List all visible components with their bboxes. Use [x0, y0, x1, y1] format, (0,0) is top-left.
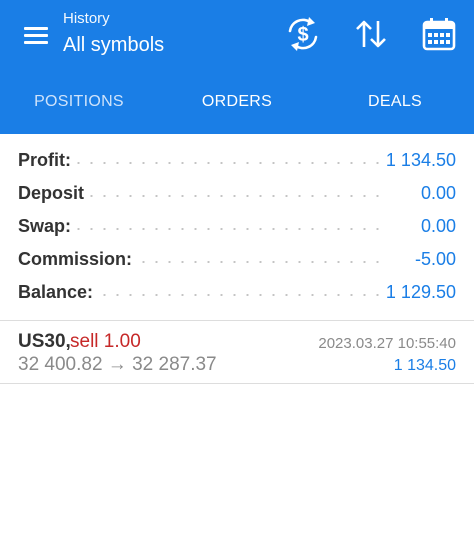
- menu-icon[interactable]: [14, 20, 48, 50]
- divider: [0, 383, 474, 384]
- page-subtitle: History: [63, 10, 110, 27]
- tab-orders[interactable]: ORDERS: [158, 70, 316, 134]
- deal-symbol: US30,: [18, 331, 71, 352]
- summary-value: -5.00: [408, 249, 456, 270]
- summary-value: 0.00: [414, 183, 456, 204]
- app-bar: History All symbols $: [0, 0, 474, 70]
- summary-label: Commission:: [18, 249, 139, 270]
- title-block: History All symbols: [63, 10, 164, 58]
- tab-deals[interactable]: DEALS: [316, 70, 474, 134]
- symbol-filter-title[interactable]: All symbols: [63, 32, 164, 58]
- list-item[interactable]: US30, sell 1.00 32 400.82 → 32 287.37 20…: [0, 321, 474, 383]
- summary-panel: Profit: 1 134.50 Deposit 0.00 Swap: 0.00…: [0, 145, 474, 310]
- sort-arrows-icon[interactable]: [351, 14, 391, 54]
- deal-profit: 1 134.50: [393, 357, 456, 374]
- summary-row-swap: Swap: 0.00: [0, 211, 474, 244]
- currency-exchange-icon[interactable]: $: [283, 14, 323, 54]
- summary-row-balance: Balance: 1 129.50: [0, 277, 474, 310]
- deal-timestamp: 2023.03.27 10:55:40: [318, 335, 456, 352]
- summary-label: Swap:: [18, 216, 78, 237]
- tab-positions[interactable]: POSITIONS: [0, 70, 158, 134]
- summary-value: 1 129.50: [379, 282, 456, 303]
- summary-value: 1 134.50: [379, 150, 456, 171]
- deal-side-volume: sell 1.00: [70, 331, 141, 352]
- summary-value: 0.00: [414, 216, 456, 237]
- summary-label: Balance:: [18, 282, 100, 303]
- summary-label: Deposit: [18, 183, 91, 204]
- calendar-icon[interactable]: [419, 14, 459, 54]
- summary-row-profit: Profit: 1 134.50: [0, 145, 474, 178]
- summary-row-deposit: Deposit 0.00: [0, 178, 474, 211]
- deal-prices: 32 400.82 → 32 287.37: [18, 354, 217, 375]
- summary-row-commission: Commission: -5.00: [0, 244, 474, 277]
- svg-text:$: $: [297, 24, 308, 46]
- summary-label: Profit:: [18, 150, 77, 171]
- tab-bar: POSITIONS ORDERS DEALS: [0, 70, 474, 204]
